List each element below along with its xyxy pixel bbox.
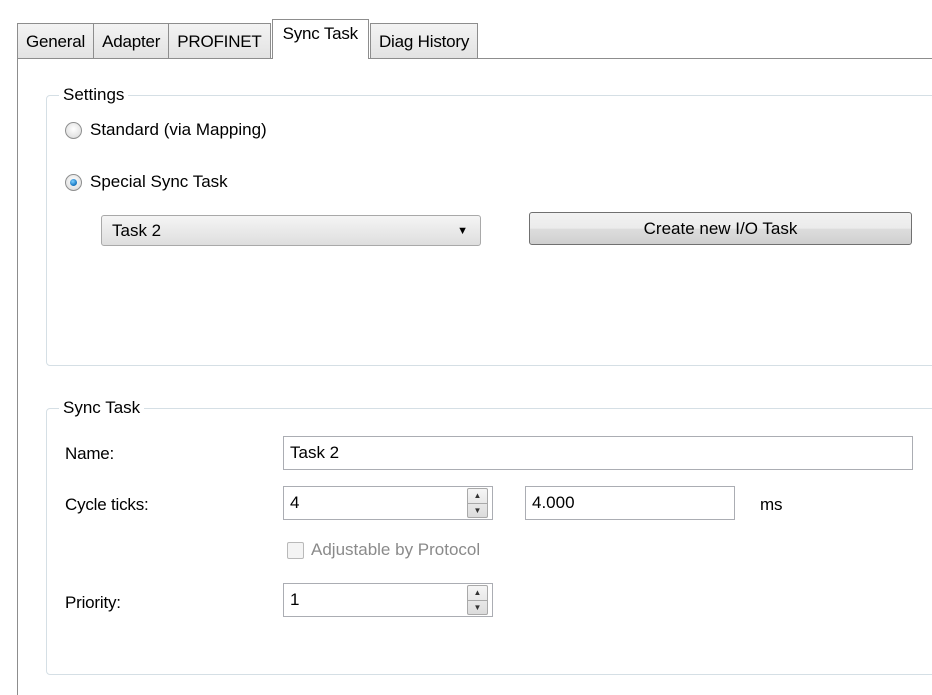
priority-input[interactable]: 1 [283,583,493,617]
tab-diag-history[interactable]: Diag History [369,23,479,59]
spin-down-arrow-icon[interactable]: ▼ [468,601,487,615]
spin-up-arrow-icon[interactable]: ▲ [468,489,487,504]
ms-unit-label: ms [760,495,783,514]
radio-standard-indicator[interactable] [65,121,82,139]
cycle-ticks-input[interactable]: 4 [283,486,493,520]
chevron-down-icon: ▼ [457,225,468,237]
cycle-ms-input[interactable]: 4.000 [525,486,735,520]
tab-sync-task[interactable]: Sync Task [271,19,369,59]
cycle-ticks-value: 4 [290,493,300,512]
name-input-value: Task 2 [290,443,340,462]
priority-spinner[interactable]: ▲ ▼ [467,585,488,615]
priority-value: 1 [290,590,300,609]
sync-task-dialog: General Adapter PROFINET Sync Task Diag … [0,0,932,695]
task-select-value: Task 2 [112,220,162,240]
radio-standard-mapping[interactable]: Standard (via Mapping) [65,120,267,140]
settings-group-title: Settings [59,85,129,105]
name-input[interactable]: Task 2 [283,436,913,470]
radio-special-indicator[interactable] [65,173,82,191]
cycle-ticks-spinner[interactable]: ▲ ▼ [467,488,488,518]
tab-adapter[interactable]: Adapter [93,23,170,59]
tab-general[interactable]: General [17,23,95,59]
radio-standard-label: Standard (via Mapping) [90,120,267,139]
create-io-task-label: Create new I/O Task [643,218,798,238]
task-select[interactable]: Task 2 ▼ [101,215,481,246]
adjustable-checkbox-label: Adjustable by Protocol [311,540,481,559]
adjustable-checkbox-box[interactable] [287,541,304,559]
spin-down-arrow-icon[interactable]: ▼ [468,504,487,518]
priority-label: Priority: [65,593,121,612]
radio-special-sync-task[interactable]: Special Sync Task [65,172,228,192]
cycle-ms-value: 4.000 [532,493,575,512]
name-label: Name: [65,444,115,463]
radio-special-label: Special Sync Task [90,172,228,191]
adjustable-by-protocol-checkbox[interactable]: Adjustable by Protocol [287,540,480,560]
sync-task-group-title: Sync Task [59,398,145,418]
spin-up-arrow-icon[interactable]: ▲ [468,586,487,601]
cycle-ticks-label: Cycle ticks: [65,495,149,514]
tab-profinet[interactable]: PROFINET [168,23,271,59]
tab-bar: General Adapter PROFINET Sync Task Diag … [17,19,479,59]
create-io-task-button[interactable]: Create new I/O Task [529,212,912,245]
